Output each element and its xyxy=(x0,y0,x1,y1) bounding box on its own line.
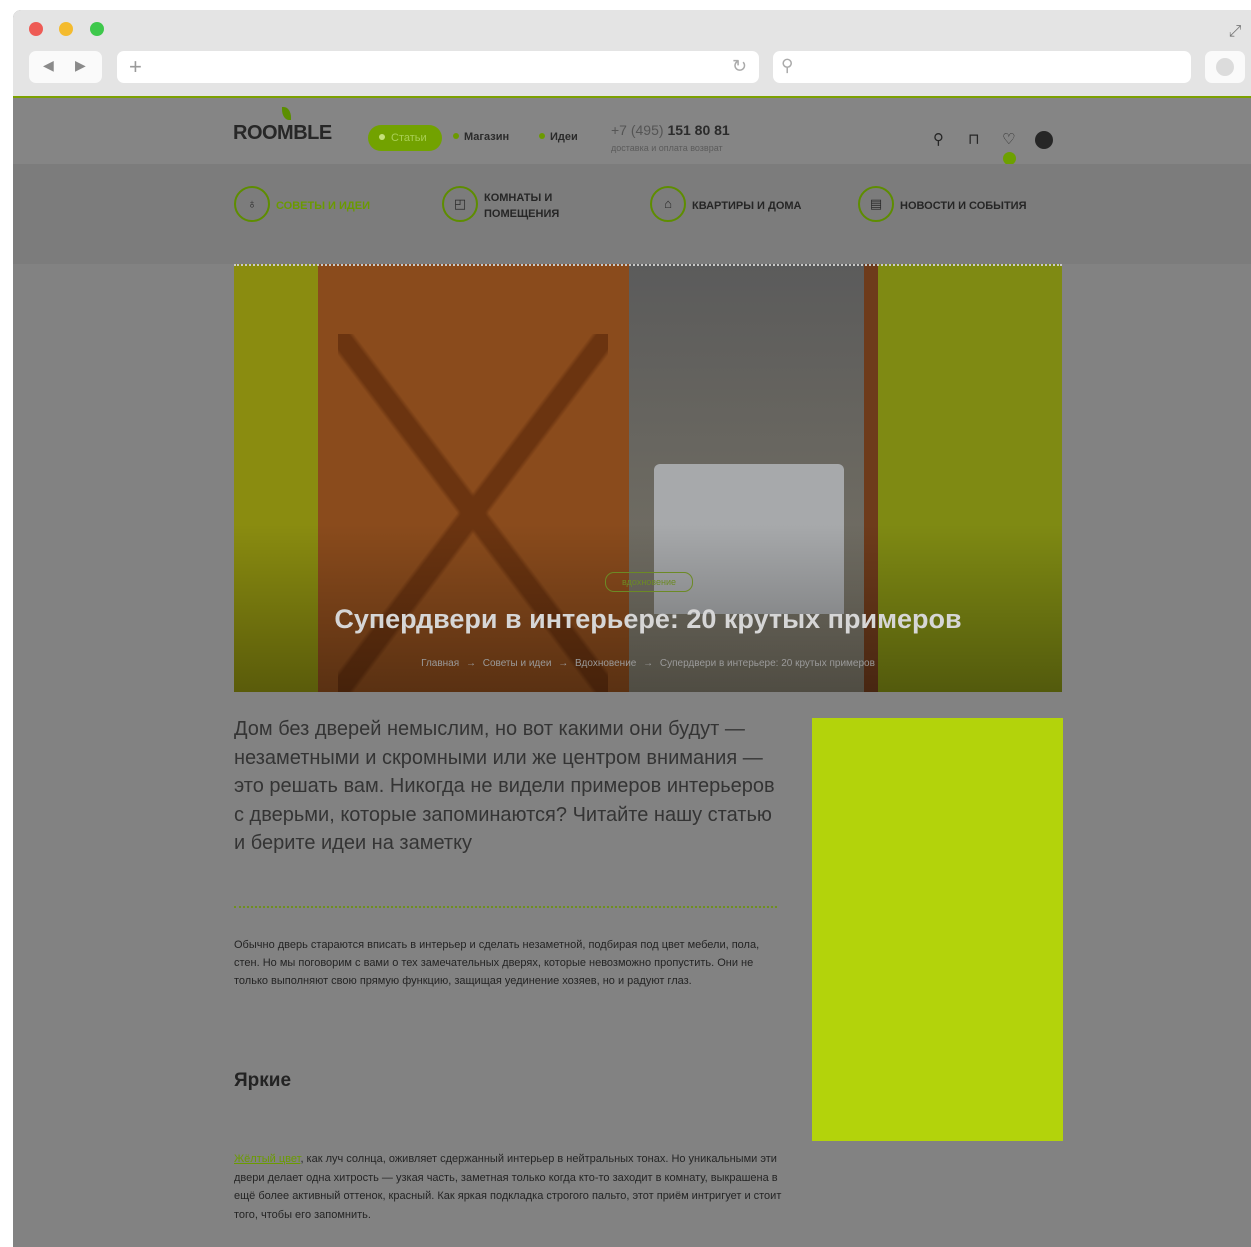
forward-icon[interactable]: ▶ xyxy=(75,57,86,74)
browser-window: ⤢ ◀ ▶ + ↻ ⚲ ROOMBLE Статьи Магазин Идеи … xyxy=(13,10,1251,1247)
lock-icon[interactable]: ⊓ xyxy=(968,130,980,148)
lightbulb-icon: ♁ xyxy=(234,186,270,222)
nav-articles-pill[interactable]: Статьи xyxy=(368,125,442,151)
browser-search-bar[interactable]: ⚲ xyxy=(773,51,1191,83)
breadcrumb-inspiration[interactable]: Вдохновение xyxy=(575,658,636,669)
phone-subtitle[interactable]: доставка и оплата возврат xyxy=(611,143,723,153)
divider xyxy=(234,906,777,908)
history-nav-buttons: ◀ ▶ xyxy=(29,51,102,83)
nav-articles-label: Статьи xyxy=(391,132,427,144)
phone-prefix: +7 (495) xyxy=(611,122,664,138)
fullscreen-icon[interactable]: ⤢ xyxy=(1225,22,1245,42)
house-icon: ⌂ xyxy=(650,186,686,222)
breadcrumb-home[interactable]: Главная xyxy=(421,658,459,669)
leaf-icon xyxy=(282,107,291,120)
extension-button[interactable] xyxy=(1205,51,1245,83)
phone-digits: 151 80 81 xyxy=(667,122,730,138)
news-icon: ▤ xyxy=(858,186,894,222)
search-icon[interactable]: ⚲ xyxy=(933,130,944,148)
back-icon[interactable]: ◀ xyxy=(43,57,54,74)
breadcrumb: Главная → Советы и идеи → Вдохновение → … xyxy=(421,658,875,669)
new-tab-icon[interactable]: + xyxy=(129,54,142,80)
address-bar[interactable]: + ↻ xyxy=(117,51,759,83)
nav-ideas-link[interactable]: Идеи xyxy=(539,131,578,143)
category-label: КВАРТИРЫ И ДОМА xyxy=(692,200,802,212)
yellow-color-link[interactable]: Жёлтый цвет xyxy=(234,1153,300,1165)
article-paragraph-2: Жёлтый цвет, как луч солнца, оживляет сд… xyxy=(234,1153,782,1221)
site-logo[interactable]: ROOMBLE xyxy=(233,122,332,145)
user-avatar[interactable] xyxy=(1035,131,1053,149)
breadcrumb-current: Супердвери в интерьере: 20 крутых пример… xyxy=(659,658,875,669)
room-icon: ◰ xyxy=(442,186,478,222)
category-nav: ♁ СОВЕТЫ И ИДЕИ ◰ КОМНАТЫ И ПОМЕЩЕНИЯ ⌂ … xyxy=(13,164,1251,264)
article-title: Супердвери в интерьере: 20 крутых пример… xyxy=(334,604,962,634)
search-icon: ⚲ xyxy=(781,56,794,75)
hero-image: вдохновение Супердвери в интерьере: 20 к… xyxy=(234,264,1062,692)
category-label: НОВОСТИ И СОБЫТИЯ xyxy=(900,200,1027,212)
minimize-window-button[interactable] xyxy=(59,22,73,36)
article-lead: Дом без дверей немыслим, но вот какими о… xyxy=(234,718,775,854)
nav-shop-link[interactable]: Магазин xyxy=(453,131,509,143)
phone-number[interactable]: +7 (495) 151 80 81 xyxy=(611,122,730,138)
section-heading: Яркие xyxy=(234,1070,292,1091)
browser-toolbar: ⤢ ◀ ▶ + ↻ ⚲ xyxy=(13,10,1251,98)
heart-icon[interactable]: ♡ xyxy=(1002,130,1015,148)
nav-ideas-label: Идеи xyxy=(550,131,578,143)
site-header: ROOMBLE Статьи Магазин Идеи +7 (495) 151… xyxy=(13,98,1251,165)
ad-banner[interactable] xyxy=(812,718,1063,1141)
article-tag[interactable]: вдохновение xyxy=(605,572,693,592)
maximize-window-button[interactable] xyxy=(90,22,104,36)
reload-icon[interactable]: ↻ xyxy=(732,56,747,77)
category-label: СОВЕТЫ И ИДЕИ xyxy=(276,200,370,212)
extension-icon xyxy=(1216,58,1234,76)
close-window-button[interactable] xyxy=(29,22,43,36)
breadcrumb-tips[interactable]: Советы и идеи xyxy=(483,658,552,669)
nav-shop-label: Магазин xyxy=(464,131,510,143)
article-paragraph: Обычно дверь стараются вписать в интерье… xyxy=(234,939,760,987)
category-label: КОМНАТЫ И ПОМЕЩЕНИЯ xyxy=(484,192,560,220)
